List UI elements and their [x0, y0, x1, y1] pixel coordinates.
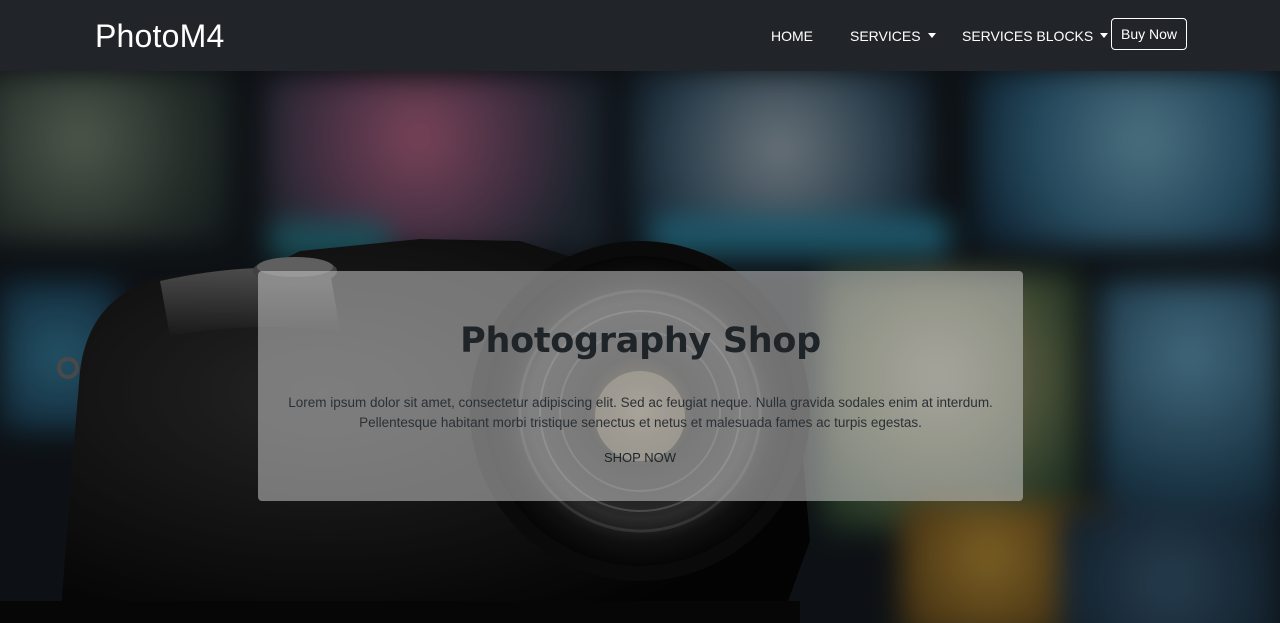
shop-now-button[interactable]: SHOP NOW: [588, 447, 692, 469]
hero-description-line-1: Lorem ipsum dolor sit amet, consectetur …: [288, 395, 993, 410]
nav-services-label: SERVICES: [850, 28, 921, 44]
caret-down-icon: [927, 33, 936, 38]
nav-services-blocks-dropdown[interactable]: SERVICES BLOCKS: [962, 27, 1109, 45]
caret-down-icon: [1100, 33, 1109, 38]
brand-logo[interactable]: PhotoM4: [95, 16, 224, 56]
hero-title: Photography Shop: [460, 321, 821, 361]
hero-section: Photography Shop Lorem ipsum dolor sit a…: [0, 71, 1280, 623]
hero-card: Photography Shop Lorem ipsum dolor sit a…: [258, 271, 1023, 501]
nav-home-label: HOME: [771, 28, 813, 44]
nav-home-link[interactable]: HOME: [771, 27, 813, 45]
buy-now-button[interactable]: Buy Now: [1111, 18, 1187, 50]
top-navbar: PhotoM4 HOME SERVICES SERVICES BLOCKS Bu…: [0, 0, 1280, 71]
nav-services-dropdown[interactable]: SERVICES: [850, 27, 936, 45]
hero-description: Lorem ipsum dolor sit amet, consectetur …: [282, 393, 999, 433]
nav-services-blocks-label: SERVICES BLOCKS: [962, 28, 1094, 44]
hero-description-line-2: Pellentesque habitant morbi tristique se…: [359, 415, 922, 430]
